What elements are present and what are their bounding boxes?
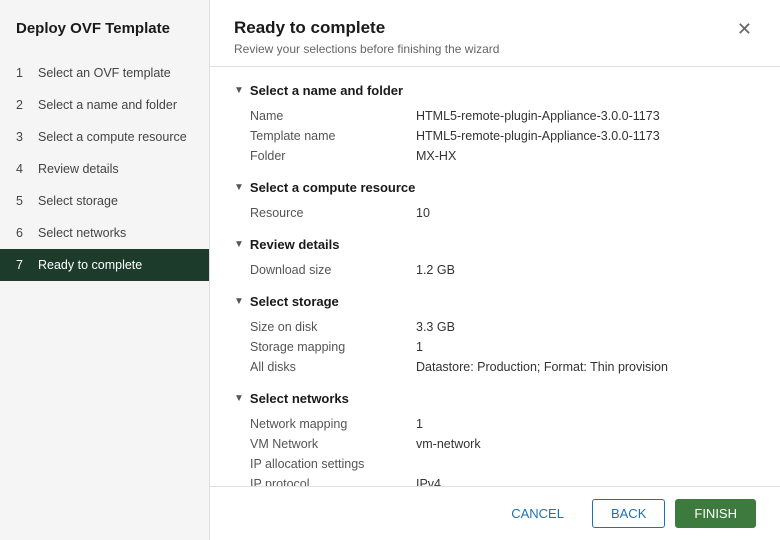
section-storage: ▼ Select storage Size on disk 3.3 GB Sto…: [234, 294, 756, 377]
section-name-folder-title: Select a name and folder: [250, 83, 403, 98]
networks-table: Network mapping 1 VM Network vm-network …: [250, 414, 772, 486]
label-vm-network: VM Network: [250, 434, 410, 454]
sidebar: Deploy OVF Template 1 Select an OVF temp…: [0, 0, 210, 540]
label-network-mapping: Network mapping: [250, 414, 410, 434]
sidebar-item-5[interactable]: 5 Select storage: [0, 185, 209, 217]
chevron-icon-review: ▼: [234, 239, 244, 250]
value-ip-protocol: IPv4: [410, 474, 772, 486]
footer: CANCEL BACK FINISH: [210, 486, 780, 540]
sidebar-item-1[interactable]: 1 Select an OVF template: [0, 57, 209, 89]
sidebar-item-label-2: Select a name and folder: [38, 98, 177, 112]
step-num-1: 1: [16, 66, 30, 80]
sidebar-title: Deploy OVF Template: [0, 20, 209, 57]
name-folder-table: Name HTML5-remote-plugin-Appliance-3.0.0…: [250, 106, 772, 166]
sidebar-item-2[interactable]: 2 Select a name and folder: [0, 89, 209, 121]
table-row: Network mapping 1: [250, 414, 772, 434]
label-storage-mapping: Storage mapping: [250, 337, 410, 357]
sidebar-item-label-7: Ready to complete: [38, 258, 142, 272]
section-name-folder: ▼ Select a name and folder Name HTML5-re…: [234, 83, 756, 166]
chevron-icon-networks: ▼: [234, 393, 244, 404]
value-vm-network: vm-network: [410, 434, 772, 454]
table-row: Name HTML5-remote-plugin-Appliance-3.0.0…: [250, 106, 772, 126]
close-button[interactable]: ✕: [733, 18, 756, 40]
table-row: Storage mapping 1: [250, 337, 772, 357]
page-title: Ready to complete: [234, 18, 499, 38]
cancel-button[interactable]: CANCEL: [493, 500, 582, 527]
label-ip-allocation-settings: IP allocation settings: [250, 454, 410, 474]
value-storage-mapping: 1: [410, 337, 772, 357]
section-storage-title: Select storage: [250, 294, 339, 309]
compute-resource-table: Resource 10: [250, 203, 772, 223]
section-networks-title: Select networks: [250, 391, 349, 406]
label-resource: Resource: [250, 203, 410, 223]
label-ip-protocol: IP protocol: [250, 474, 410, 486]
chevron-icon-name-folder: ▼: [234, 85, 244, 96]
storage-table: Size on disk 3.3 GB Storage mapping 1 Al…: [250, 317, 772, 377]
value-template-name: HTML5-remote-plugin-Appliance-3.0.0-1173: [410, 126, 772, 146]
section-review-title: Review details: [250, 237, 340, 252]
section-networks: ▼ Select networks Network mapping 1 VM N…: [234, 391, 756, 486]
table-row: IP allocation settings: [250, 454, 772, 474]
page-subtitle: Review your selections before finishing …: [234, 42, 499, 56]
sidebar-item-6[interactable]: 6 Select networks: [0, 217, 209, 249]
deploy-ovf-dialog: Deploy OVF Template 1 Select an OVF temp…: [0, 0, 780, 540]
section-compute-resource-header: ▼ Select a compute resource: [234, 180, 756, 195]
sidebar-item-label-4: Review details: [38, 162, 119, 176]
sidebar-item-label-5: Select storage: [38, 194, 118, 208]
main-panel: Ready to complete Review your selections…: [210, 0, 780, 540]
value-network-mapping: 1: [410, 414, 772, 434]
table-row: All disks Datastore: Production; Format:…: [250, 357, 772, 377]
step-num-2: 2: [16, 98, 30, 112]
section-name-folder-header: ▼ Select a name and folder: [234, 83, 756, 98]
value-ip-allocation-settings: [410, 454, 772, 474]
sidebar-item-7[interactable]: 7 Ready to complete: [0, 249, 209, 281]
table-row: VM Network vm-network: [250, 434, 772, 454]
section-compute-title: Select a compute resource: [250, 180, 415, 195]
step-num-4: 4: [16, 162, 30, 176]
header-left: Ready to complete Review your selections…: [234, 18, 499, 56]
label-size-on-disk: Size on disk: [250, 317, 410, 337]
table-row: Size on disk 3.3 GB: [250, 317, 772, 337]
label-all-disks: All disks: [250, 357, 410, 377]
section-networks-header: ▼ Select networks: [234, 391, 756, 406]
table-row: Folder MX-HX: [250, 146, 772, 166]
label-folder: Folder: [250, 146, 410, 166]
chevron-icon-compute: ▼: [234, 182, 244, 193]
table-row: Download size 1.2 GB: [250, 260, 772, 280]
table-row: Resource 10: [250, 203, 772, 223]
chevron-icon-storage: ▼: [234, 296, 244, 307]
finish-button[interactable]: FINISH: [675, 499, 756, 528]
main-header: Ready to complete Review your selections…: [210, 0, 780, 67]
value-folder: MX-HX: [410, 146, 772, 166]
sidebar-item-4[interactable]: 4 Review details: [0, 153, 209, 185]
label-template-name: Template name: [250, 126, 410, 146]
value-all-disks: Datastore: Production; Format: Thin prov…: [410, 357, 772, 377]
table-row: Template name HTML5-remote-plugin-Applia…: [250, 126, 772, 146]
step-num-6: 6: [16, 226, 30, 240]
section-storage-header: ▼ Select storage: [234, 294, 756, 309]
table-row: IP protocol IPv4: [250, 474, 772, 486]
step-num-5: 5: [16, 194, 30, 208]
section-compute-resource: ▼ Select a compute resource Resource 10: [234, 180, 756, 223]
label-download-size: Download size: [250, 260, 410, 280]
sidebar-item-label-6: Select networks: [38, 226, 126, 240]
sidebar-item-label-1: Select an OVF template: [38, 66, 171, 80]
label-name: Name: [250, 106, 410, 126]
sidebar-item-label-3: Select a compute resource: [38, 130, 187, 144]
back-button[interactable]: BACK: [592, 499, 665, 528]
value-name: HTML5-remote-plugin-Appliance-3.0.0-1173: [410, 106, 772, 126]
value-resource: 10: [410, 203, 772, 223]
value-download-size: 1.2 GB: [410, 260, 772, 280]
main-body: ▼ Select a name and folder Name HTML5-re…: [210, 67, 780, 486]
sidebar-item-3[interactable]: 3 Select a compute resource: [0, 121, 209, 153]
step-num-7: 7: [16, 258, 30, 272]
review-details-table: Download size 1.2 GB: [250, 260, 772, 280]
value-size-on-disk: 3.3 GB: [410, 317, 772, 337]
step-num-3: 3: [16, 130, 30, 144]
section-review-details: ▼ Review details Download size 1.2 GB: [234, 237, 756, 280]
section-review-details-header: ▼ Review details: [234, 237, 756, 252]
